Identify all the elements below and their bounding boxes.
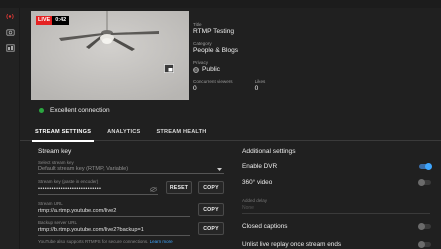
copy-key-button[interactable]: COPY <box>198 181 224 194</box>
stream-title: RTMP Testing <box>193 28 235 35</box>
copy-backup-button[interactable]: COPY <box>198 222 224 235</box>
stream-key-field[interactable]: Stream key (paste in encoder) ••••••••••… <box>38 179 158 195</box>
tab-stream-settings[interactable]: STREAM SETTINGS <box>31 123 95 142</box>
360-video-toggle[interactable] <box>418 179 431 186</box>
privacy-row: Public <box>193 66 433 73</box>
viewers-value: 0 <box>193 85 197 92</box>
privacy-value: Public <box>202 66 220 73</box>
studio-app: LIVE 0:42 Excellent connection Title RTM… <box>0 0 441 249</box>
visibility-off-icon[interactable] <box>150 187 157 192</box>
globe-icon <box>193 66 199 73</box>
connection-status: Excellent connection <box>31 103 189 117</box>
unlist-replay-toggle[interactable] <box>418 241 431 248</box>
webcam-icon[interactable] <box>5 27 15 36</box>
backup-url-label: Backup server URL <box>38 220 78 225</box>
category-label: Category <box>193 41 212 46</box>
added-delay-value: None <box>242 205 254 211</box>
copy-url-button[interactable]: COPY <box>198 203 224 216</box>
unlist-replay-label: Unlist live replay once stream ends <box>242 241 342 248</box>
stream-preview[interactable]: LIVE 0:42 <box>31 11 189 100</box>
dvr-toggle[interactable] <box>419 163 432 170</box>
stream-key-value: •••••••••••••••••••••••••••• <box>38 186 102 192</box>
tab-analytics[interactable]: ANALYTICS <box>107 123 140 141</box>
likes-stat: Likes 0 <box>255 79 266 92</box>
viewers-label: Concurrent viewers <box>193 79 233 84</box>
picture-in-picture-icon[interactable] <box>164 64 174 73</box>
viewers-stat: Concurrent viewers 0 <box>193 79 233 92</box>
stream-key-label: Stream key (paste in encoder) <box>38 179 99 184</box>
stream-url-label: Stream URL <box>38 201 63 206</box>
unlist-replay-toggle-knob <box>418 241 425 248</box>
added-delay-label: Added delay <box>242 198 268 203</box>
stream-metadata: Title RTMP Testing Category People & Blo… <box>193 22 433 92</box>
likes-value: 0 <box>254 85 259 92</box>
sidebar <box>0 8 20 249</box>
stream-key-section: Stream key Select stream key Default str… <box>38 148 245 244</box>
stream-url-value: rtmp://a.rtmp.youtube.com/live2 <box>38 208 117 214</box>
additional-settings: Additional settings Enable DVR 360° vide… <box>242 148 437 248</box>
tab-bar: STREAM SETTINGS ANALYTICS STREAM HEALTH <box>20 123 441 142</box>
privacy-label: Privacy <box>193 60 209 65</box>
stream-url-field[interactable]: Stream URL rtmp://a.rtmp.youtube.com/liv… <box>38 201 190 217</box>
360-video-toggle-knob <box>418 179 425 186</box>
stats-row: Concurrent viewers 0 Likes 0 <box>193 79 433 92</box>
chevron-down-icon <box>217 168 222 171</box>
added-delay-select: None <box>242 205 430 214</box>
rtmps-note: YouTube also supports RTMPS for secure c… <box>38 239 238 244</box>
dvr-label: Enable DVR <box>242 163 278 170</box>
reset-button[interactable]: RESET <box>166 181 192 194</box>
closed-captions-label: Closed captions <box>242 223 288 230</box>
rtmps-note-text: YouTube also supports RTMPS for secure c… <box>38 239 149 244</box>
select-key-label: Select stream key <box>38 160 74 165</box>
select-key-value: Default stream key (RTMP, Variable) <box>38 166 129 172</box>
additional-settings-header: Additional settings <box>242 148 296 155</box>
likes-label: Likes <box>254 79 266 84</box>
connection-text: Excellent connection <box>50 106 110 114</box>
live-broadcast-icon[interactable] <box>5 12 15 21</box>
main-panel: LIVE 0:42 Excellent connection Title RTM… <box>20 8 441 249</box>
backup-url-value: rtmp://b.rtmp.youtube.com/live2?backup=1 <box>38 227 144 233</box>
elapsed-time: 0:42 <box>52 16 70 25</box>
live-label: LIVE <box>36 16 53 25</box>
dvr-toggle-knob <box>425 163 432 170</box>
stream-key-select[interactable]: Select stream key Default stream key (RT… <box>38 160 224 174</box>
status-dot <box>39 107 44 113</box>
stream-category: People & Blogs <box>193 47 239 54</box>
top-bar <box>0 0 441 8</box>
learn-more-link[interactable]: Learn more <box>150 239 173 244</box>
backup-url-field[interactable]: Backup server URL rtmp://b.rtmp.youtube.… <box>38 220 190 236</box>
stream-key-header: Stream key <box>38 148 72 155</box>
tab-stream-health[interactable]: STREAM HEALTH <box>156 123 206 141</box>
closed-captions-toggle-knob <box>418 223 425 230</box>
360-video-label: 360° video <box>242 179 273 186</box>
title-label: Title <box>193 22 202 27</box>
manage-icon[interactable] <box>5 43 15 52</box>
closed-captions-toggle[interactable] <box>418 223 431 230</box>
live-badge: LIVE 0:42 <box>36 16 70 25</box>
